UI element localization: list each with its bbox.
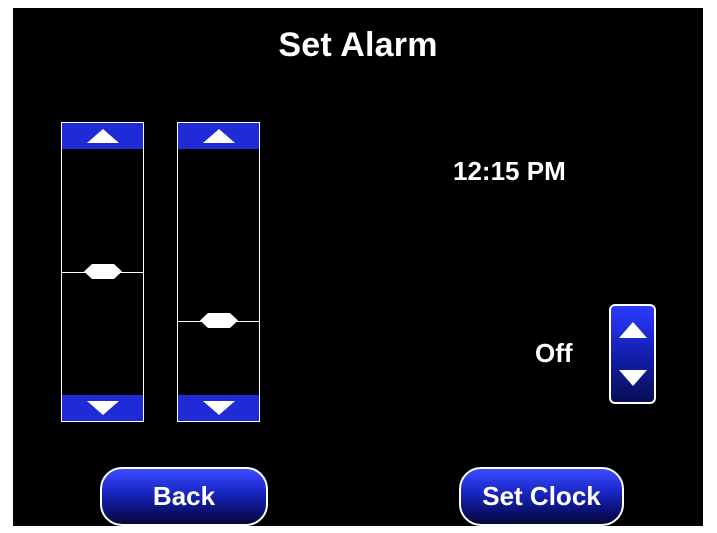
triangle-down-icon — [86, 401, 119, 415]
alarm-screen: Set Alarm 12:15 PM Off Back Set Clock — [13, 8, 703, 526]
hour-slider[interactable] — [61, 122, 144, 422]
triangle-down-icon — [202, 401, 235, 415]
page-title: Set Alarm — [278, 26, 438, 64]
triangle-up-icon — [202, 129, 235, 143]
minute-down-button[interactable] — [178, 395, 259, 421]
minute-slider-knob[interactable] — [199, 312, 238, 329]
triangle-down-icon — [618, 370, 647, 386]
minute-up-button[interactable] — [178, 123, 259, 149]
hour-down-button[interactable] — [62, 395, 143, 421]
alarm-time-display: 12:15 PM — [453, 156, 566, 186]
set-clock-button[interactable]: Set Clock — [459, 467, 624, 526]
back-button[interactable]: Back — [100, 467, 268, 526]
minute-slider[interactable] — [177, 122, 260, 422]
hour-up-button[interactable] — [62, 123, 143, 149]
alarm-state-down-button[interactable] — [611, 354, 654, 402]
triangle-up-icon — [86, 129, 119, 143]
triangle-up-icon — [618, 322, 647, 338]
hour-slider-knob[interactable] — [83, 263, 122, 280]
alarm-state-label: Off — [535, 338, 573, 368]
alarm-state-spinner[interactable] — [609, 304, 656, 404]
alarm-state-up-button[interactable] — [611, 306, 654, 354]
